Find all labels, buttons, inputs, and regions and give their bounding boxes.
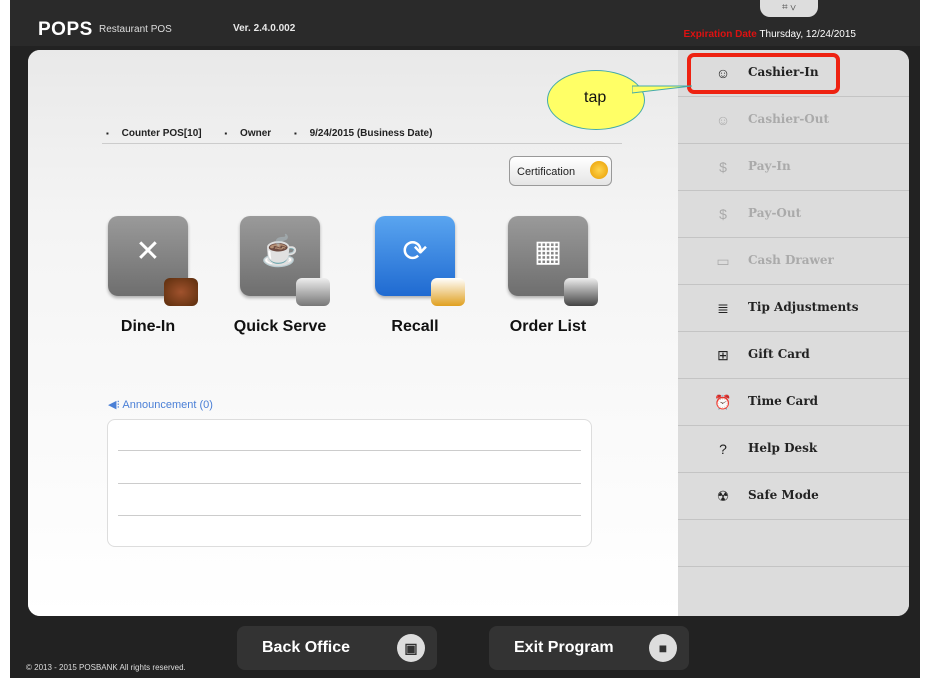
announcement-header: ◀⁝ Announcement (0): [108, 398, 213, 411]
context-info: ▪ Counter POS[10] ▪ Owner ▪ 9/24/2015 (B…: [106, 128, 433, 139]
gift-icon: ⊞: [717, 347, 729, 363]
back-office-button[interactable]: Back Office ▣: [237, 626, 437, 670]
main-panel: ▪ Counter POS[10] ▪ Owner ▪ 9/24/2015 (B…: [28, 50, 909, 616]
safe-mode-label: Safe Mode: [748, 488, 819, 502]
recall-icon: ⟳: [402, 235, 428, 268]
quick-serve-label: Quick Serve: [233, 318, 327, 335]
pay-in-icon: $: [719, 159, 727, 175]
back-office-label: Back Office: [262, 639, 351, 656]
tip-icon: ≣: [717, 300, 729, 316]
credit-card-icon: [431, 278, 465, 306]
cashier-out-button[interactable]: ☺ Cashier-Out: [678, 97, 909, 144]
side-menu: ☺ Cashier-In ☺ Cashier-Out $ Pay-In $ Pa…: [678, 50, 909, 616]
highlight-box: [687, 53, 840, 94]
order-list-button[interactable]: ▦: [508, 216, 598, 306]
divider: [102, 143, 622, 144]
tip-adjustments-button[interactable]: ≣ Tip Adjustments: [678, 285, 909, 332]
order-list-label: Order List: [509, 318, 587, 335]
copyright-text: © 2013 - 2015 POSBANK All rights reserve…: [26, 663, 186, 672]
help-icon: ?: [719, 441, 727, 457]
pay-out-button[interactable]: $ Pay-Out: [678, 191, 909, 238]
exit-program-button[interactable]: Exit Program ■: [489, 626, 689, 670]
cash-drawer-label: Cash Drawer: [748, 253, 834, 267]
cashier-out-label: Cashier-Out: [748, 112, 830, 126]
certification-label: Certification: [517, 166, 576, 178]
quick-serve-button[interactable]: ☕: [240, 216, 330, 306]
app-logo: POPS: [38, 19, 93, 40]
announcement-row-divider: [118, 483, 581, 484]
title-bar: POPS Restaurant POS Ver. 2.4.0.002 ⌗ ∨ E…: [10, 0, 920, 46]
expiration-info: Expiration Date Thursday, 12/24/2015: [683, 29, 856, 40]
exit-program-label: Exit Program: [514, 639, 614, 656]
empty-menu-slot: [678, 520, 909, 567]
callout-text: tap: [584, 89, 607, 106]
callout-pointer: [632, 85, 692, 94]
exit-icon: ■: [649, 634, 677, 662]
cashier-out-icon: ☺: [715, 112, 731, 128]
siren-icon: ☢: [716, 488, 730, 504]
time-card-button[interactable]: ⏰ Time Card: [678, 379, 909, 426]
version-text: Ver. 2.4.0.002: [233, 23, 296, 34]
time-card-label: Time Card: [748, 394, 819, 408]
pos-app: POPS Restaurant POS Ver. 2.4.0.002 ⌗ ∨ E…: [10, 0, 920, 678]
monitor-icon: ▣: [397, 634, 425, 662]
fork-knife-icon: ✕: [135, 235, 161, 268]
expiration-date: Thursday, 12/24/2015: [759, 29, 856, 40]
announcement-list[interactable]: [107, 419, 592, 547]
cup-icon: ☕: [261, 235, 299, 268]
user-role: Owner: [240, 128, 272, 139]
window-controls[interactable]: ⌗ ∨: [760, 0, 818, 17]
dine-in-label: Dine-In: [120, 318, 176, 335]
safe-mode-button[interactable]: ☢ Safe Mode: [678, 473, 909, 520]
tip-adjustments-label: Tip Adjustments: [748, 300, 859, 314]
certification-button[interactable]: Certification: [509, 156, 612, 186]
fries-icon: [296, 278, 330, 306]
pay-in-label: Pay-In: [748, 159, 791, 173]
recall-button[interactable]: ⟳: [375, 216, 465, 306]
dine-in-button[interactable]: ✕: [108, 216, 198, 306]
medal-icon: [590, 161, 608, 179]
cash-drawer-button[interactable]: ▭ Cash Drawer: [678, 238, 909, 285]
announcement-row-divider: [118, 515, 581, 516]
announcement-row-divider: [118, 450, 581, 451]
business-date: 9/24/2015 (Business Date): [309, 128, 433, 139]
pay-out-icon: $: [719, 206, 727, 222]
expiration-label: Expiration Date: [683, 29, 757, 40]
gift-card-button[interactable]: ⊞ Gift Card: [678, 332, 909, 379]
announcement-label: Announcement (0): [122, 399, 213, 411]
help-desk-label: Help Desk: [748, 441, 818, 455]
cash-drawer-icon: ▭: [716, 253, 730, 269]
app-subtitle: Restaurant POS: [99, 24, 172, 35]
speaker-icon: ◀⁝: [108, 399, 120, 411]
gift-card-label: Gift Card: [748, 347, 810, 361]
calculator-small-icon: [564, 278, 598, 306]
home-area: ▪ Counter POS[10] ▪ Owner ▪ 9/24/2015 (B…: [28, 50, 678, 616]
recall-label: Recall: [391, 318, 439, 335]
steak-icon: [164, 278, 198, 306]
pay-out-label: Pay-Out: [748, 206, 802, 220]
terminal-name: Counter POS[10]: [121, 128, 202, 139]
alarm-clock-icon: ⏰: [714, 394, 732, 410]
pay-in-button[interactable]: $ Pay-In: [678, 144, 909, 191]
help-desk-button[interactable]: ? Help Desk: [678, 426, 909, 473]
calculator-icon: ▦: [533, 235, 563, 268]
